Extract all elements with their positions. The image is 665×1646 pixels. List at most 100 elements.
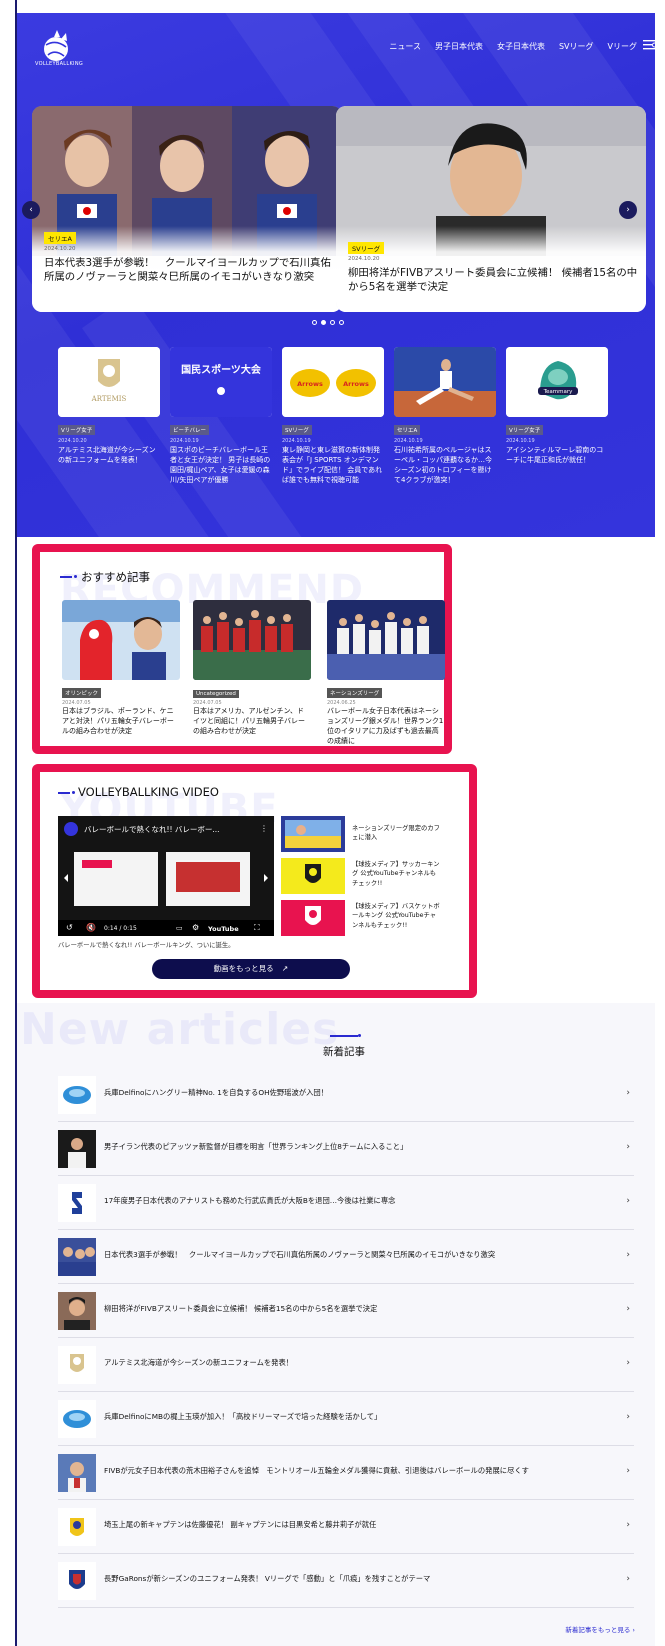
nav-women-national[interactable]: 女子日本代表	[497, 41, 545, 52]
article-row[interactable]: 埼玉上尾の新キャプテンは佐藤優花！ 副キャプテンには目黒安希と藤井莉子が就任 ›	[58, 1500, 634, 1554]
article-row[interactable]: 男子イラン代表のピアッツァ新監督が目標を明言「世界ランキング上位8チームに入るこ…	[58, 1122, 634, 1176]
logo-text: VOLLEYBALLKING	[35, 61, 84, 67]
news-card[interactable]: 国民スポーツ大会 ビーチバレー 2024.10.19 国スポのビーチバレーボール…	[170, 347, 272, 486]
hero-slide-date: 2024.10.20	[44, 246, 76, 252]
article-thumb	[58, 1400, 96, 1438]
left-margin	[0, 0, 16, 1646]
video-title: VOLLEYBALLKING VIDEO	[78, 785, 219, 799]
news-card[interactable]: Arrows Arrows SVリーグ 2024.10.19 東レ静岡と東レ滋賀…	[282, 347, 384, 486]
card-title[interactable]: 東レ静岡と東レ滋賀の新体制発表会が「J SPORTS オンデマンド」でライブ配信…	[282, 445, 384, 486]
nav-v-league[interactable]: Vリーグ	[608, 41, 637, 52]
carousel-dot[interactable]	[312, 320, 317, 325]
recommend-title-text[interactable]: バレーボール女子日本代表はネーションズリーグ銀メダル！世界ランク1位のイタリアに…	[327, 706, 445, 747]
card-title[interactable]: アルテミス北海道が今シーズンの新ユニフォームを発表！	[58, 445, 160, 465]
fullscreen-icon[interactable]: ⛶	[254, 923, 260, 933]
article-row[interactable]: アルテミス北海道が今シーズンの新ユニフォームを発表！ ›	[58, 1338, 634, 1392]
card-title[interactable]: アイシンティルマーレ碧南のコーチに牛尾正和氏が就任！	[506, 445, 608, 465]
article-row[interactable]: 長野GaRonsが新シーズンのユニフォーム発表！ Vリーグで「感動」と「爪痕」を…	[58, 1554, 634, 1608]
news-card[interactable]: ARTEMIS Vリーグ女子 2024.10.20 アルテミス北海道が今シーズン…	[58, 347, 160, 465]
right-margin	[655, 0, 665, 1646]
carousel-dots	[312, 320, 344, 325]
article-thumb	[58, 1076, 96, 1114]
recommend-title-text[interactable]: 日本はアメリカ、アルゼンチン、ドイツと同組に！パリ五輪男子バレーの組み合わせが決…	[193, 706, 311, 736]
recommend-title: おすすめ記事	[81, 570, 150, 584]
card-tag: ビーチバレー	[170, 425, 210, 435]
carousel-dot[interactable]	[339, 320, 344, 325]
hero-slide-title[interactable]: 日本代表3選手が参戦！ クールマイヨールカップで石川真佑所属のノヴァーラと関菜々…	[44, 256, 334, 285]
article-thumb	[58, 1184, 96, 1222]
youtube-logo[interactable]: YouTube	[208, 925, 239, 933]
new-articles-title: 新着記事	[323, 1046, 365, 1058]
recommend-thumb	[62, 600, 180, 680]
recommend-tag: Uncategorized	[193, 690, 239, 698]
article-thumb	[58, 1508, 96, 1546]
section-mark	[60, 576, 72, 578]
nav-news[interactable]: ニュース	[389, 41, 421, 52]
mute-icon[interactable]: 🔇	[86, 923, 96, 932]
news-card[interactable]: セリエA 2024.10.19 石川祐希所属のペルージャはスーペル・コッパ連覇な…	[394, 347, 496, 486]
carousel-dot-active[interactable]	[321, 320, 326, 325]
article-row[interactable]: FIVBが元女子日本代表の荒木田裕子さんを追悼 モントリオール五輪金メダル獲得に…	[58, 1446, 634, 1500]
nav-men-national[interactable]: 男子日本代表	[435, 41, 483, 52]
carousel-prev-button[interactable]: ‹	[22, 201, 40, 219]
more-vert-icon[interactable]: ⋮	[260, 824, 268, 833]
page: VOLLEYBALLKING ニュース 男子日本代表 女子日本代表 SVリーグ …	[0, 0, 665, 1646]
video-side-thumb[interactable]	[281, 858, 345, 894]
replay-icon[interactable]: ↺	[66, 923, 73, 932]
video-side-thumb[interactable]	[281, 816, 345, 852]
card-date: 2024.10.19	[282, 438, 311, 444]
global-nav: ニュース 男子日本代表 女子日本代表 SVリーグ Vリーグ	[389, 41, 637, 52]
card-title[interactable]: 国スポのビーチバレーボール王者と女王が決定！ 男子は長崎の園田/梶山ペア、女子は…	[170, 445, 272, 486]
article-title[interactable]: 長野GaRonsが新シーズンのユニフォーム発表！ Vリーグで「感動」と「爪痕」を…	[104, 1574, 430, 1584]
article-title[interactable]: 兵庫Delfinoにハングリー精神No. 1を自負するOH佐野瑶波が入団！	[104, 1088, 328, 1098]
article-row[interactable]: 17年度男子日本代表のアナリストも務めた行武広貴氏が大阪Bを退団…今後は社業に専…	[58, 1176, 634, 1230]
article-row[interactable]: 兵庫Delfinoにハングリー精神No. 1を自負するOH佐野瑶波が入団！ ›	[58, 1068, 634, 1122]
article-title[interactable]: アルテミス北海道が今シーズンの新ユニフォームを発表！	[104, 1358, 293, 1368]
video-side-title[interactable]: ネーションズリーグ限定のカフェに潜入	[352, 824, 442, 843]
video-side-title[interactable]: 【球技メディア】バスケットボールキング 公式YouTubeチャンネルもチェック!…	[352, 902, 442, 930]
article-title[interactable]: 埼玉上尾の新キャプテンは佐藤優花！ 副キャプテンには目黒安希と藤井莉子が就任	[104, 1520, 376, 1530]
article-title[interactable]: 17年度男子日本代表のアナリストも務めた行武広貴氏が大阪Bを退団…今後は社業に専…	[104, 1196, 395, 1206]
hero-slide-title[interactable]: 柳田将洋がFIVBアスリート委員会に立候補！ 候補者15名の中から5名を選挙で決…	[348, 266, 642, 295]
subtitles-icon[interactable]: ▭	[176, 924, 183, 932]
chevron-right-icon: ›	[626, 1412, 630, 1422]
video-side-title[interactable]: 【球技メディア】サッカーキング 公式YouTubeチャンネルもチェック!!	[352, 860, 442, 888]
recommend-item[interactable]: ネーションズリーグ 2024.06.25 バレーボール女子日本代表はネーションズ…	[327, 600, 445, 747]
hero-slide[interactable]: セリエA 2024.10.20 日本代表3選手が参戦！ クールマイヨールカップで…	[32, 106, 342, 312]
nav-sv-league[interactable]: SVリーグ	[559, 41, 594, 52]
section-mark-dot	[72, 791, 75, 794]
article-title[interactable]: 日本代表3選手が参戦！ クールマイヨールカップで石川真佑所属のノヴァーラと関菜々…	[104, 1250, 495, 1260]
more-articles-link[interactable]: 新着記事をもっと見る ›	[565, 1624, 635, 1634]
article-title[interactable]: FIVBが元女子日本代表の荒木田裕子さんを追悼 モントリオール五輪金メダル獲得に…	[104, 1466, 529, 1476]
article-row[interactable]: 日本代表3選手が参戦！ クールマイヨールカップで石川真佑所属のノヴァーラと関菜々…	[58, 1230, 634, 1284]
article-title[interactable]: 兵庫DelfinoにMBの梶上玉瑛が加入！「高校ドリーマーズで培った経験を活かし…	[104, 1412, 381, 1422]
article-title[interactable]: 柳田将洋がFIVBアスリート委員会に立候補！ 候補者15名の中から5名を選挙で決…	[104, 1304, 377, 1314]
hero-slide-tag: SVリーグ	[348, 242, 385, 254]
new-articles-bg-text: New articles	[20, 1004, 340, 1055]
recommend-tag: オリンピック	[62, 688, 102, 698]
video-side-thumb[interactable]	[281, 900, 345, 936]
hero-slide[interactable]: SVリーグ 2024.10.20 柳田将洋がFIVBアスリート委員会に立候補！ …	[336, 106, 646, 312]
article-thumb	[58, 1130, 96, 1168]
card-title[interactable]: 石川祐希所属のペルージャはスーペル・コッパ連覇なるか…今シーズン初のトロフィーを…	[394, 445, 496, 486]
recommend-thumb	[193, 600, 311, 680]
article-row[interactable]: 兵庫DelfinoにMBの梶上玉瑛が加入！「高校ドリーマーズで培った経験を活かし…	[58, 1392, 634, 1446]
recommend-item[interactable]: オリンピック 2024.07.05 日本はブラジル、ポーランド、ケニアと対決！パ…	[62, 600, 180, 736]
recommend-title-text[interactable]: 日本はブラジル、ポーランド、ケニアと対決！パリ五輪女子バレーボールの組み合わせが…	[62, 706, 180, 736]
article-title[interactable]: 男子イラン代表のピアッツァ新監督が目標を明言「世界ランキング上位8チームに入るこ…	[104, 1142, 407, 1152]
youtube-player[interactable]: バレーボールで熱くなれ!! バレーボー... ⋮ ↺ 🔇 0:14 / 0:15…	[58, 816, 274, 936]
carousel-dot[interactable]	[330, 320, 335, 325]
card-thumb-text: 国民スポーツ大会	[181, 363, 261, 376]
article-row[interactable]: 柳田将洋がFIVBアスリート委員会に立候補！ 候補者15名の中から5名を選挙で決…	[58, 1284, 634, 1338]
carousel-next-button[interactable]: ›	[619, 201, 637, 219]
recommend-tag: ネーションズリーグ	[327, 688, 383, 698]
more-videos-button[interactable]: 動画をもっと見る ↗	[152, 959, 350, 979]
news-card[interactable]: Teammary Vリーグ女子 2024.10.19 アイシンティルマーレ碧南の…	[506, 347, 608, 465]
chevron-right-icon: ›	[626, 1196, 630, 1206]
volleyballking-logo[interactable]	[37, 27, 81, 75]
chevron-right-icon: ›	[626, 1466, 630, 1476]
recommend-item[interactable]: Uncategorized 2024.07.05 日本はアメリカ、アルゼンチン、…	[193, 600, 311, 736]
settings-icon[interactable]: ⚙	[192, 923, 199, 932]
card-date: 2024.10.19	[170, 438, 199, 444]
card-thumb-artemis: ARTEMIS	[58, 347, 160, 417]
